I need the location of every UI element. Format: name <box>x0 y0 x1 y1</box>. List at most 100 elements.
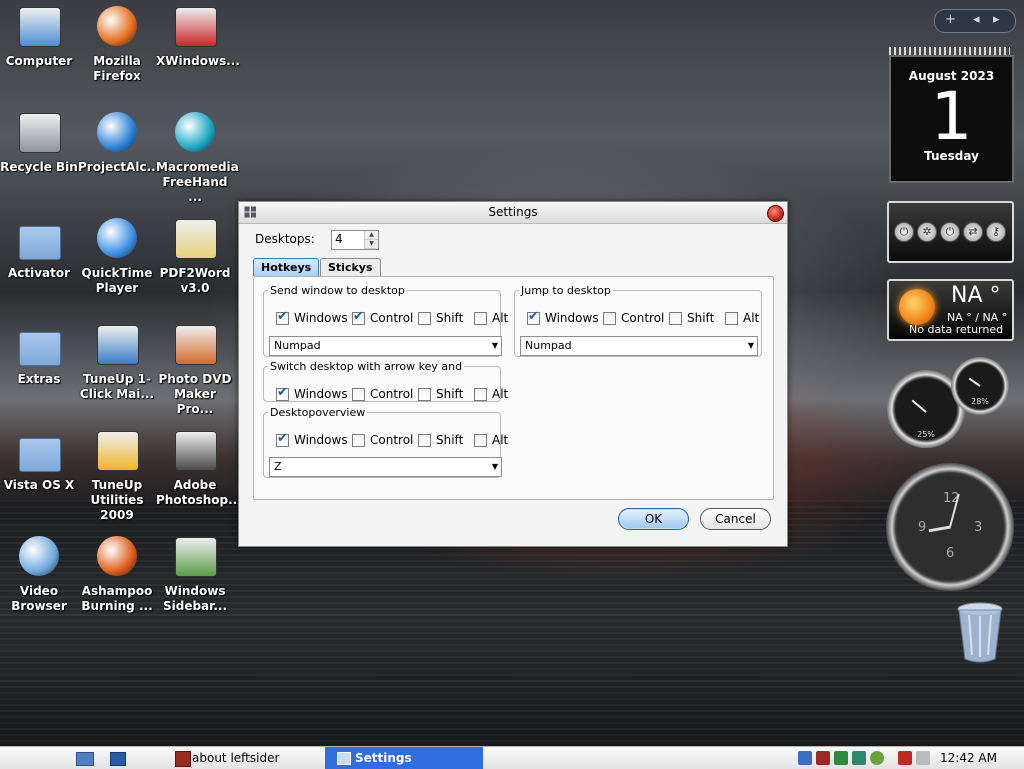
desktop-icon-label: QuickTime Player <box>81 266 153 295</box>
send-window-select[interactable]: Numpad ▼ <box>269 336 502 356</box>
checkmark-icon[interactable] <box>276 309 289 325</box>
desktop-icon[interactable]: Vista OS X <box>0 428 78 493</box>
tray-update-icon[interactable] <box>852 751 866 765</box>
desktop-icon[interactable]: TuneUp Utilities 2009 <box>78 428 156 523</box>
checkbox-empty-icon[interactable] <box>352 387 365 401</box>
desktop-icon[interactable]: Extras <box>0 322 78 387</box>
checkbox-empty-icon[interactable] <box>603 311 616 325</box>
desktop-icon[interactable]: Recycle Bin <box>0 110 78 175</box>
tray-sync-icon[interactable] <box>834 751 848 765</box>
desktop-icon[interactable]: Mozilla Firefox <box>78 4 156 84</box>
jump-desktop-select[interactable]: Numpad ▼ <box>520 336 758 356</box>
checkmark-icon[interactable] <box>276 431 289 447</box>
desktop-icon[interactable]: Video Browser <box>0 534 78 614</box>
recycle-bin-gadget-icon[interactable] <box>955 601 1005 665</box>
desktop-icon-label: Mozilla Firefox <box>93 54 141 83</box>
checkbox-windows[interactable]: Windows <box>276 431 348 447</box>
clock-time[interactable]: 12:42 AM <box>940 747 997 769</box>
checkbox-empty-icon[interactable] <box>725 311 738 325</box>
explorer-quicklaunch-icon[interactable] <box>76 747 94 769</box>
checkbox-shift[interactable]: Shift <box>669 311 714 325</box>
weather-gadget[interactable]: NA ° NA ° / NA ° No data returned <box>887 279 1014 341</box>
checkbox-shift[interactable]: Shift <box>418 387 463 401</box>
ok-button[interactable]: OK <box>618 508 689 530</box>
checkbox-empty-icon[interactable] <box>474 311 487 325</box>
desktop-icon[interactable]: Activator <box>0 216 78 281</box>
checkmark-icon[interactable] <box>352 309 365 325</box>
desktop-icon-label: Windows Sidebar... <box>162 584 228 613</box>
checkbox-alt[interactable]: Alt <box>474 311 508 325</box>
switch-user-icon[interactable]: ⇄ <box>963 222 983 242</box>
desktop-icon[interactable]: XWindows... <box>156 4 240 69</box>
desktop-icon[interactable]: QuickTime Player <box>78 216 156 296</box>
checkbox-windows[interactable]: Windows <box>527 309 599 325</box>
show-desktop-icon[interactable] <box>110 747 126 769</box>
checkbox-control[interactable]: Control <box>352 387 413 401</box>
checkbox-empty-icon[interactable] <box>418 387 431 401</box>
checkbox-alt[interactable]: Alt <box>474 433 508 447</box>
checkbox-control[interactable]: Control <box>352 309 413 325</box>
tray-volume-icon[interactable] <box>916 751 930 765</box>
spin-down-icon[interactable]: ▼ <box>365 240 378 249</box>
memory-meter[interactable]: 28% <box>951 357 1009 415</box>
close-button[interactable] <box>767 205 784 222</box>
app-icon <box>337 752 351 765</box>
previous-icon[interactable]: ◂ <box>973 12 980 27</box>
checkbox-empty-icon[interactable] <box>474 387 487 401</box>
sleep-icon[interactable]: ✲ <box>917 222 937 242</box>
checkbox-shift[interactable]: Shift <box>418 433 463 447</box>
checkbox-empty-icon[interactable] <box>474 433 487 447</box>
checkbox-shift[interactable]: Shift <box>418 311 463 325</box>
shutdown-icon[interactable]: ⏻ <box>940 222 960 242</box>
checkbox-control[interactable]: Control <box>603 311 664 325</box>
checkbox-empty-icon[interactable] <box>418 311 431 325</box>
desktop-icon[interactable]: Photo DVD Maker Pro... <box>156 322 234 417</box>
tray-app-icon[interactable] <box>816 751 830 765</box>
desktop-icon[interactable]: ProjectAlc... <box>78 110 160 175</box>
checkbox-empty-icon[interactable] <box>669 311 682 325</box>
clock-hour-hand <box>928 525 951 533</box>
window-titlebar[interactable]: Settings <box>239 202 787 224</box>
desktop-icon[interactable]: Adobe Photoshop... <box>156 428 242 508</box>
tab-stickys[interactable]: Stickys <box>320 258 381 276</box>
desktop-icon[interactable]: TuneUp 1-Click Mai... <box>78 322 156 402</box>
weather-temp: NA ° <box>951 283 1001 308</box>
memory-value: 28% <box>971 397 989 406</box>
tray-network-icon[interactable] <box>798 751 812 765</box>
desktop-icon[interactable]: Macromedia FreeHand ... <box>156 110 239 205</box>
desktop-icon-label: Computer <box>5 54 73 68</box>
checkbox-empty-icon[interactable] <box>418 433 431 447</box>
tray-alert-icon[interactable] <box>898 751 912 765</box>
checkbox-alt[interactable]: Alt <box>725 311 759 325</box>
task-about-leftsider[interactable]: about leftsider <box>170 747 340 769</box>
checkmark-icon[interactable] <box>276 385 289 401</box>
clock-gadget[interactable]: 12 3 6 9 <box>886 463 1014 591</box>
window-title: Settings <box>488 205 538 219</box>
overview-select[interactable]: Z ▼ <box>269 457 502 477</box>
checkbox-windows[interactable]: Windows <box>276 309 348 325</box>
desktop-icon[interactable]: Windows Sidebar... <box>156 534 234 614</box>
checkbox-alt[interactable]: Alt <box>474 387 508 401</box>
task-settings[interactable]: Settings <box>325 747 483 769</box>
cancel-button[interactable]: Cancel <box>700 508 771 530</box>
lock-icon[interactable]: ⚷ <box>986 222 1006 242</box>
desktop-icon[interactable]: PDF2Word v3.0 <box>156 216 234 296</box>
checkbox-empty-icon[interactable] <box>352 433 365 447</box>
next-icon[interactable]: ▸ <box>993 12 1000 27</box>
checkbox-windows[interactable]: Windows <box>276 385 348 401</box>
desktops-spinner[interactable]: 4 ▲ ▼ <box>331 230 379 250</box>
calendar-gadget[interactable]: August 2023 1 Tuesday <box>889 55 1014 183</box>
desktop-icon[interactable]: Ashampoo Burning ... <box>78 534 156 614</box>
desktop-icon[interactable]: Computer <box>0 4 78 69</box>
power-icon[interactable]: ⏻ <box>894 222 914 242</box>
spin-up-icon[interactable]: ▲ <box>365 231 378 240</box>
desktop-icon-label: Video Browser <box>11 584 67 613</box>
quicktime-icon <box>93 216 141 262</box>
tab-hotkeys[interactable]: Hotkeys <box>253 258 320 276</box>
tray-shield-icon[interactable] <box>870 751 884 765</box>
desktops-value[interactable]: 4 <box>335 232 343 246</box>
checkbox-control[interactable]: Control <box>352 433 413 447</box>
checkmark-icon[interactable] <box>527 309 540 325</box>
sidebar-controls[interactable]: + ◂ ▸ <box>934 9 1016 33</box>
add-gadget-icon[interactable]: + <box>945 12 956 27</box>
